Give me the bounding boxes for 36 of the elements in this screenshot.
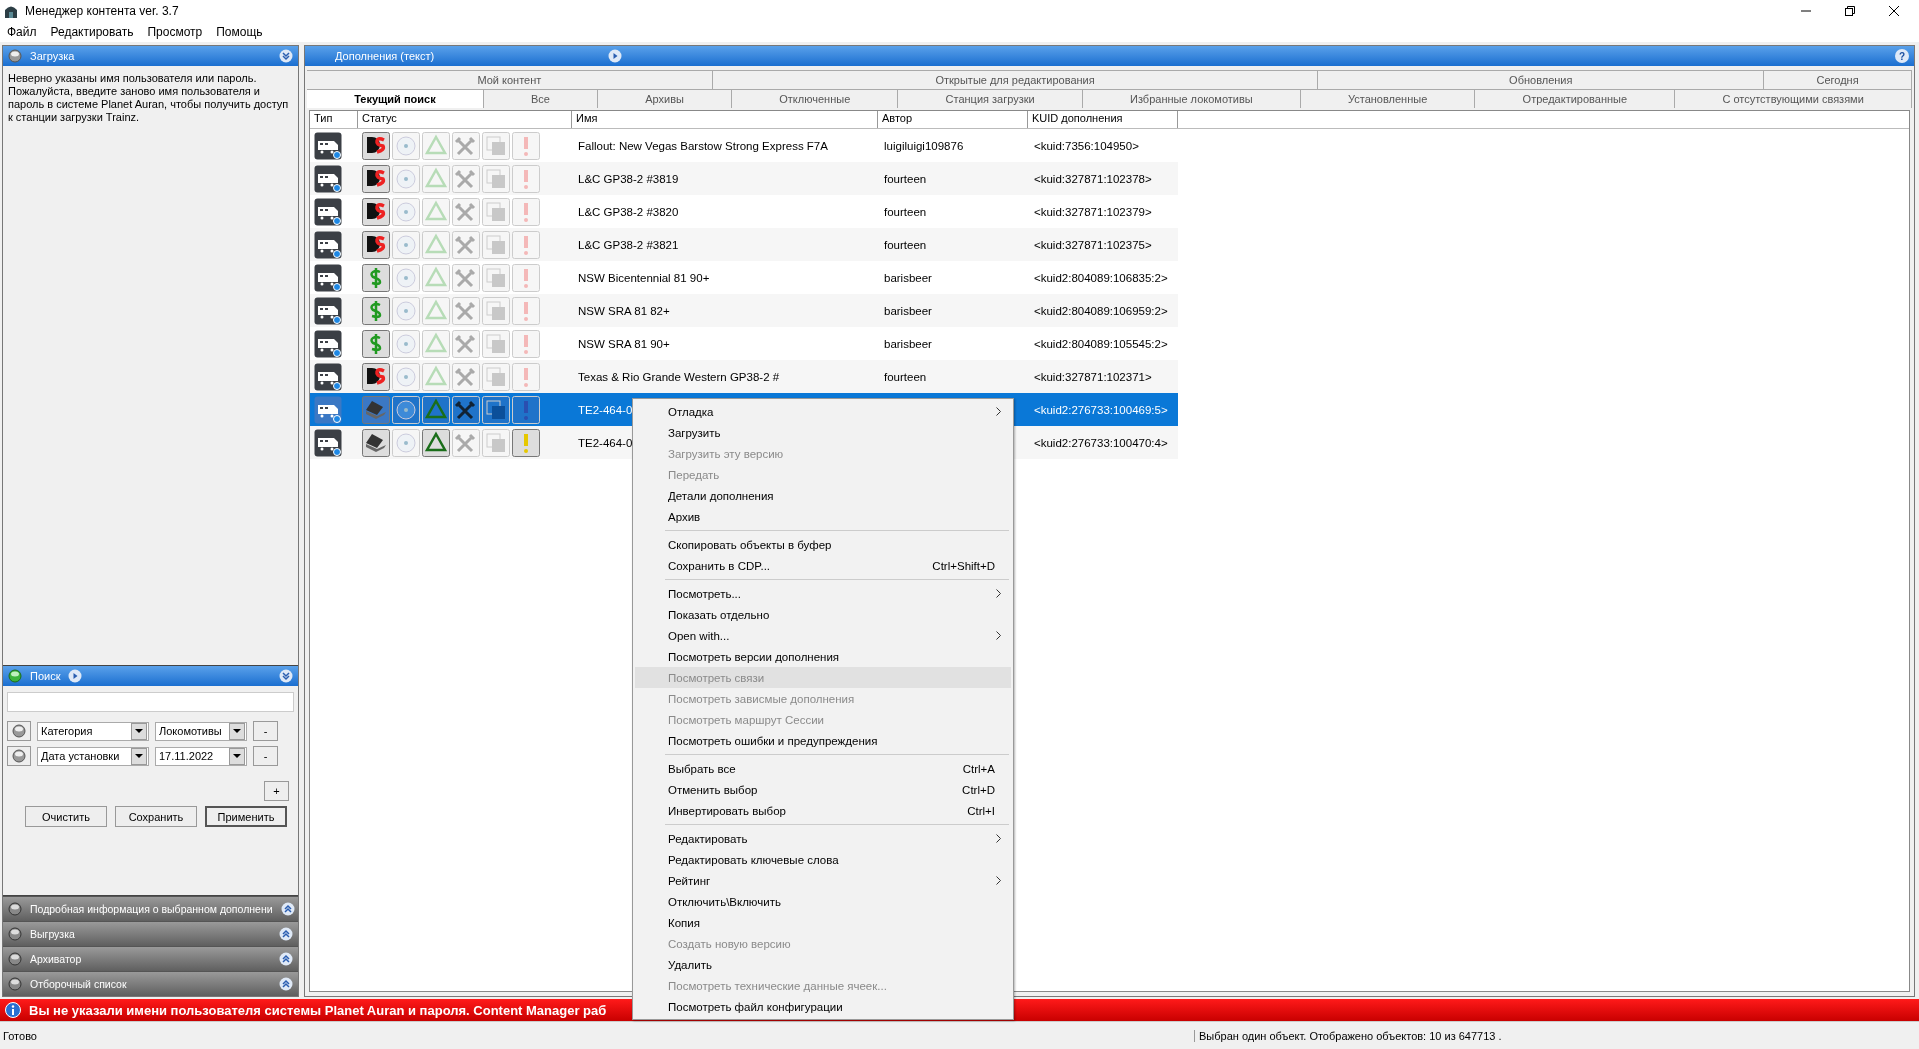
table-cell-text: <kuid2:276733:100469:5> (1033, 403, 1169, 416)
table-cell-text: L&C GP38-2 #3820 (577, 205, 680, 218)
status-text: Выбран один объект. Отображено объектов: 10 из 647713 . (1194, 1029, 1919, 1042)
panel-title: Загрузка (30, 50, 75, 62)
table-cell-text: L&C GP38-2 #3819 (577, 172, 680, 185)
table-cell-text: <kuid:327871:102378> (1033, 172, 1153, 185)
table-cell-text: <kuid:327871:102379> (1033, 205, 1153, 218)
table-cell-text: Fallout: New Vegas Barstow Strong Express F7A (577, 139, 829, 152)
table-cell-text: <kuid:327871:102371> (1033, 370, 1153, 383)
table-cell-text: NSW SRA 81 90+ (577, 337, 671, 350)
table-cell-text: Texas & Rio Grande Western GP38-2 # (577, 370, 781, 383)
table-cell-text: L&C GP38-2 #3821 (577, 238, 680, 251)
table-cell-text: luigiluigi109876 (883, 139, 965, 152)
panel-title: Дополнения (текст) (335, 50, 436, 62)
table-cell-text: TE2-464-0 (577, 436, 634, 449)
table-cell-text: <kuid2:804089:106959:2> (1033, 304, 1169, 317)
table-cell-text: TE2-464-0 (577, 403, 634, 416)
table-cell-text: barisbeer (883, 337, 933, 350)
table-cell-text: fourteen (883, 172, 928, 185)
table-cell-text: <kuid2:804089:106835:2> (1033, 271, 1169, 284)
table-cell-text: NSW Bicentennial 81 90+ (577, 271, 711, 284)
table-cell-text: barisbeer (883, 304, 933, 317)
error-banner-text: Вы не указали имени пользователя системы Planet Auran и пароля. Content Manager раб (29, 1002, 607, 1018)
login-error-message: Неверно указаны имя пользователя или пароль. Пожалуйста, введите заново имя пользователя и пароль в системе Planet Auran, чтобы получить доступ к станции загрузки Trainz. (8, 72, 290, 124)
panel-title: Поиск (30, 670, 61, 682)
table-cell-text: <kuid:7356:104950> (1033, 139, 1140, 152)
table-cell-text: <kuid:327871:102375> (1033, 238, 1153, 251)
status-text: Готово (2, 1029, 37, 1042)
window-title: Менеджер контента ver. 3.7 (25, 4, 179, 18)
table-cell-text: <kuid2:276733:100470:4> (1033, 436, 1169, 449)
table-cell-text: NSW SRA 81 82+ (577, 304, 671, 317)
table-cell-text: fourteen (883, 205, 928, 218)
table-cell-text: fourteen (883, 238, 928, 251)
table-cell-text: barisbeer (883, 271, 933, 284)
table-cell-text: <kuid2:804089:105545:2> (1033, 337, 1169, 350)
table-cell-text: fourteen (883, 370, 928, 383)
